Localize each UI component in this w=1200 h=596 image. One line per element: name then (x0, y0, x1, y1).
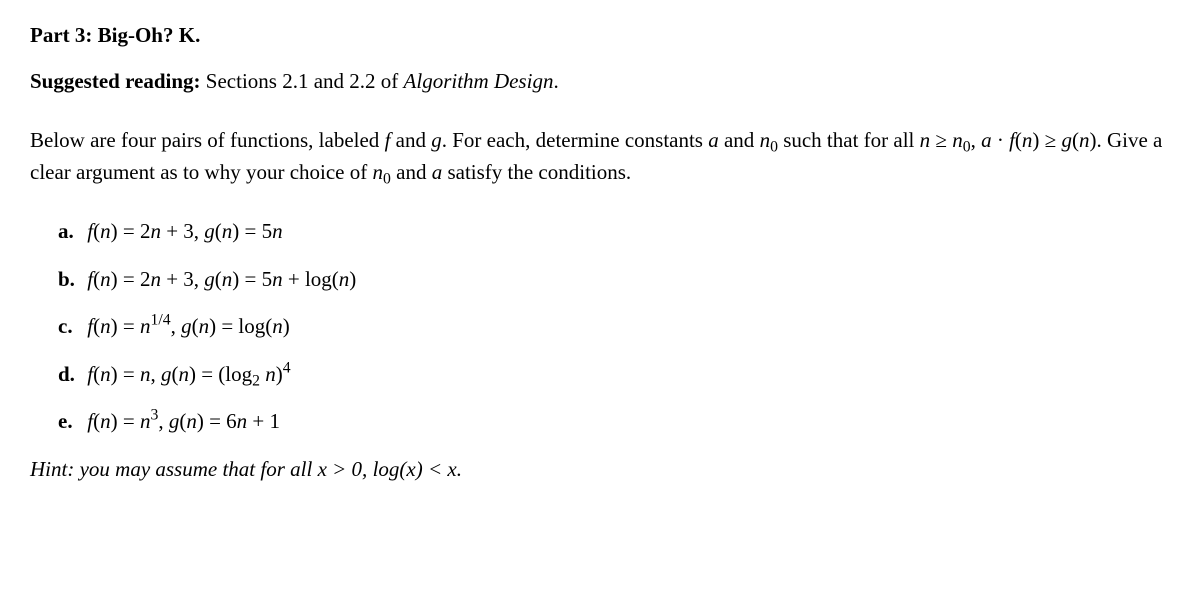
reading-book: Algorithm Design (404, 69, 554, 93)
reading-text-before: Sections 2.1 and 2.2 of (201, 69, 404, 93)
reading-text-after: . (553, 69, 558, 93)
var-a: a (432, 160, 443, 184)
hint-text: Hint: you may assume that for all (30, 457, 318, 481)
instr-text: satisfy the conditions. (442, 160, 631, 184)
list-item: a. f(n) = 2n + 3, g(n) = 5n (58, 216, 1170, 248)
list-item: e. f(n) = n3, g(n) = 6n + 1 (58, 406, 1170, 438)
instr-text: Below are four pairs of functions, label… (30, 128, 385, 152)
item-e-math: f(n) = n3, g(n) = 6n + 1 (87, 409, 280, 433)
item-a-math: f(n) = 2n + 3, g(n) = 5n (87, 219, 282, 243)
hint-math: x > 0, (318, 457, 373, 481)
instr-text: . For each, determine constants (442, 128, 709, 152)
hint-math: log(x) < x (373, 457, 457, 481)
hint-text: . (457, 457, 462, 481)
instr-text: and (390, 128, 431, 152)
list-item: c. f(n) = n1/4, g(n) = log(n) (58, 311, 1170, 343)
reading-label: Suggested reading: (30, 69, 201, 93)
var-n0: n0 (373, 160, 391, 184)
instr-text: , (971, 128, 982, 152)
suggested-reading: Suggested reading: Sections 2.1 and 2.2 … (30, 66, 1170, 98)
instructions: Below are four pairs of functions, label… (30, 125, 1170, 188)
item-label-c: c. (58, 311, 82, 343)
hint: Hint: you may assume that for all x > 0,… (30, 454, 1170, 486)
item-label-a: a. (58, 216, 82, 248)
item-c-math: f(n) = n1/4, g(n) = log(n) (87, 314, 290, 338)
item-label-d: d. (58, 359, 82, 391)
instr-text: and (391, 160, 432, 184)
item-label-b: b. (58, 264, 82, 296)
var-n0: n0 (760, 128, 778, 152)
cond-n-ge-n0: n ≥ n0 (920, 128, 971, 152)
instr-text: and (719, 128, 760, 152)
problem-list: a. f(n) = 2n + 3, g(n) = 5n b. f(n) = 2n… (30, 216, 1170, 438)
instr-text: such that for all (778, 128, 920, 152)
list-item: d. f(n) = n, g(n) = (log2 n)4 (58, 359, 1170, 391)
list-item: b. f(n) = 2n + 3, g(n) = 5n + log(n) (58, 264, 1170, 296)
cond-af-ge-g: a · f(n) ≥ g(n) (981, 128, 1096, 152)
item-b-math: f(n) = 2n + 3, g(n) = 5n + log(n) (87, 267, 356, 291)
item-d-math: f(n) = n, g(n) = (log2 n)4 (87, 362, 290, 386)
part-heading: Part 3: Big-Oh? K. (30, 20, 1170, 52)
var-a: a (708, 128, 719, 152)
var-g: g (431, 128, 442, 152)
item-label-e: e. (58, 406, 82, 438)
